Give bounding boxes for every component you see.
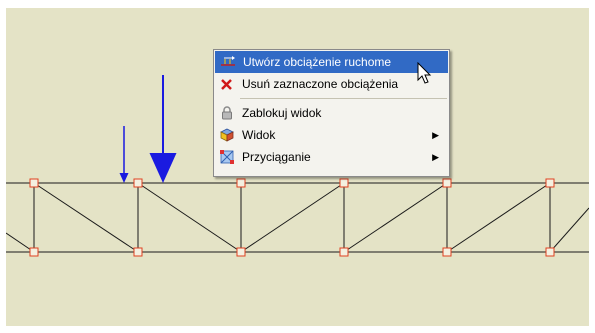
- truss-node[interactable]: [236, 178, 246, 188]
- load-arrow-small[interactable]: [119, 126, 129, 183]
- truss-diagonal[interactable]: [33, 182, 139, 253]
- menu-label-create-moving-load: Utwórz obciążenie ruchome: [243, 55, 392, 69]
- truss-node[interactable]: [339, 178, 349, 188]
- menu-item-delete-selected-loads[interactable]: Usuń zaznaczone obciążenia: [214, 73, 449, 95]
- truss-node[interactable]: [133, 247, 143, 257]
- menu-label-delete-selected-loads: Usuń zaznaczone obciążenia: [242, 77, 399, 91]
- truss-node[interactable]: [29, 178, 39, 188]
- arrow-cursor-icon: [417, 62, 432, 84]
- truss-node[interactable]: [545, 178, 555, 188]
- truss-node[interactable]: [545, 247, 555, 257]
- truss-node[interactable]: [339, 247, 349, 257]
- delete-x-icon: [219, 76, 235, 92]
- truss-node[interactable]: [442, 178, 452, 188]
- model-canvas[interactable]: Utwórz obciążenie ruchome Usuń zaznaczon…: [6, 8, 589, 326]
- load-arrow-large[interactable]: [149, 75, 177, 183]
- menu-item-create-moving-load[interactable]: Utwórz obciążenie ruchome: [215, 51, 448, 73]
- submenu-arrow-icon: ▶: [432, 152, 439, 162]
- menu-label-lock-view: Zablokuj widok: [242, 106, 322, 120]
- menu-item-lock-view[interactable]: Zablokuj widok: [214, 102, 449, 124]
- truss-node[interactable]: [29, 247, 39, 257]
- truss-node[interactable]: [133, 178, 143, 188]
- menu-separator: [240, 98, 447, 99]
- menu-label-view: Widok: [242, 128, 276, 142]
- menu-item-snapping[interactable]: Przyciąganie ▶: [214, 146, 449, 168]
- submenu-arrow-icon: ▶: [432, 130, 439, 140]
- lock-icon: [219, 105, 235, 121]
- snap-icon: [219, 149, 235, 165]
- truss-diagonal[interactable]: [446, 182, 551, 253]
- moving-load-icon: [220, 54, 236, 70]
- truss-diagonal[interactable]: [343, 182, 448, 253]
- menu-label-snapping: Przyciąganie: [242, 150, 311, 164]
- context-menu: Utwórz obciążenie ruchome Usuń zaznaczon…: [213, 49, 450, 177]
- view-cube-icon: [219, 127, 235, 143]
- truss-diagonal[interactable]: [240, 182, 345, 253]
- truss-node[interactable]: [442, 247, 452, 257]
- truss-diagonal[interactable]: [137, 182, 242, 253]
- truss-diagonal[interactable]: [549, 207, 589, 253]
- truss-node[interactable]: [236, 247, 246, 257]
- menu-item-view[interactable]: Widok ▶: [214, 124, 449, 146]
